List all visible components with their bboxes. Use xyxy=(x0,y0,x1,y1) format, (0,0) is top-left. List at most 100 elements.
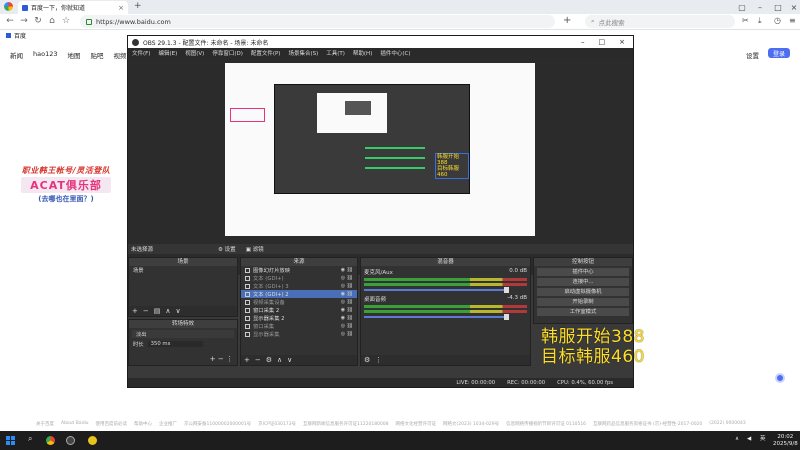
profile-icon[interactable] xyxy=(4,2,13,11)
menu-view[interactable]: 视图(V) xyxy=(185,49,204,57)
new-tab-button[interactable]: + xyxy=(134,1,142,11)
cut-icon[interactable]: ✂ xyxy=(742,16,749,25)
minimize-icon[interactable]: – xyxy=(752,0,768,14)
reload-icon[interactable]: ↻ xyxy=(32,16,44,26)
bookmark-item[interactable]: 百度 xyxy=(14,31,26,40)
add-icon[interactable]: + xyxy=(563,15,571,26)
app-taskbar-icon[interactable] xyxy=(88,436,97,445)
menu-profile[interactable]: 配置文件(P) xyxy=(251,49,281,57)
footer-link[interactable]: 京公网安备11000002000001号 xyxy=(184,421,251,427)
source-item[interactable]: 窗口采集 2 ◉ ⛓ xyxy=(241,306,357,314)
tab-properties[interactable]: ⚙ 设置 xyxy=(218,245,236,253)
close-tab-icon[interactable]: × xyxy=(118,4,124,12)
scene-item[interactable]: 场景 xyxy=(129,266,237,274)
footer-link[interactable]: (2022) 0000043 xyxy=(709,421,745,427)
obs-close-icon[interactable]: × xyxy=(619,38,625,46)
slider-knob[interactable] xyxy=(504,287,510,293)
visibility-eye-icon[interactable]: ◉ ⛓ xyxy=(341,315,353,321)
visibility-eye-icon[interactable]: ◎ ⛓ xyxy=(341,299,353,305)
menu-tools[interactable]: 工具(T) xyxy=(326,49,345,57)
star-icon[interactable]: ☆ xyxy=(60,16,72,26)
remove-transition-icon[interactable]: − xyxy=(218,355,224,363)
visibility-eye-icon[interactable]: ◉ ⛓ xyxy=(341,267,353,273)
ai-assistant-icon[interactable] xyxy=(775,373,785,383)
menu-plugins[interactable]: 插件中心(C) xyxy=(380,49,410,57)
nav-link[interactable]: 贴吧 xyxy=(91,50,104,60)
add-transition-icon[interactable]: + xyxy=(210,355,216,363)
menu-icon[interactable]: ≡ xyxy=(789,16,796,25)
preview-canvas[interactable]: 韩服开始388 目标韩服460 xyxy=(225,63,535,236)
mixer-settings-gear-icon[interactable]: ⚙ xyxy=(364,356,370,364)
close-window-icon[interactable]: × xyxy=(786,0,800,14)
tab-filters[interactable]: ▣ 滤镜 xyxy=(246,245,264,253)
tray-chevron-icon[interactable]: ∧ xyxy=(735,436,739,443)
browser-tab[interactable]: 百度一下，你就知道 × xyxy=(18,1,128,14)
footer-link[interactable]: 网络文(2023) 1034-029号 xyxy=(443,421,499,427)
nav-link[interactable]: 视频 xyxy=(114,50,127,60)
remove-scene-icon[interactable]: − xyxy=(143,307,149,315)
nav-link[interactable]: hao123 xyxy=(33,50,58,60)
search-icon[interactable]: ⌕ xyxy=(28,434,37,443)
add-scene-icon[interactable]: + xyxy=(132,307,138,315)
footer-link[interactable]: 信息网络传播视听节目许可证 0110516 xyxy=(506,421,586,427)
duration-input[interactable]: 350 ms xyxy=(147,341,203,347)
visibility-eye-icon[interactable]: ◉ ⛓ xyxy=(341,307,353,313)
start-virtual-camera-button[interactable]: 启动虚拟摄像机 xyxy=(537,288,629,296)
home-icon[interactable]: ⌂ xyxy=(46,16,58,26)
settings-link[interactable]: 设置 xyxy=(746,50,759,60)
maximize-icon[interactable]: □ xyxy=(770,0,786,14)
source-settings-gear-icon[interactable]: ⚙ xyxy=(266,356,272,364)
source-item[interactable]: 文本 (GDI+) 3 ◎ ⛓ xyxy=(241,282,357,290)
mixer-menu-icon[interactable]: ⋮ xyxy=(375,356,382,364)
move-up-icon[interactable]: ∧ xyxy=(165,307,170,315)
chrome-icon[interactable] xyxy=(46,436,55,445)
volume-slider[interactable] xyxy=(364,314,510,320)
add-source-icon[interactable]: + xyxy=(244,356,250,364)
login-button[interactable]: 登录 xyxy=(768,48,790,58)
obs-maximize-icon[interactable]: □ xyxy=(599,38,606,46)
footer-link[interactable]: 关于百度 xyxy=(36,421,54,427)
back-icon[interactable]: ← xyxy=(4,16,16,26)
studio-mode-button[interactable]: 工作室模式 xyxy=(537,308,629,316)
footer-link[interactable]: 京ICP证030173号 xyxy=(258,421,296,427)
menu-docks[interactable]: 停靠窗口(D) xyxy=(212,49,243,57)
download-icon[interactable]: ⤓ xyxy=(758,16,762,26)
transition-menu-icon[interactable]: ⋮ xyxy=(226,355,233,363)
nav-link[interactable]: 地图 xyxy=(68,50,81,60)
clock[interactable]: 20:02 2025/9/8 xyxy=(773,434,798,447)
visibility-eye-icon[interactable]: ◎ ⛓ xyxy=(341,323,353,329)
menu-edit[interactable]: 编辑(E) xyxy=(158,49,177,57)
footer-link[interactable]: 帮助中心 xyxy=(134,421,152,427)
speaker-icon[interactable]: ◀ xyxy=(747,436,751,443)
visibility-eye-icon[interactable]: ◎ ⛓ xyxy=(341,275,353,281)
footer-link[interactable]: About Baidu xyxy=(61,421,89,427)
source-item[interactable]: 文本 (GDI+) ◎ ⛓ xyxy=(241,274,357,282)
visibility-eye-icon[interactable]: ◉ ⛓ xyxy=(341,291,353,297)
remove-source-icon[interactable]: − xyxy=(255,356,261,364)
restore-icon[interactable]: ▢ xyxy=(734,0,750,14)
input-language[interactable]: 英 xyxy=(760,436,766,443)
plugin-center-button[interactable]: 插件中心 xyxy=(537,268,629,276)
start-recording-button[interactable]: 开始录制 xyxy=(537,298,629,306)
footer-link[interactable]: 使用百度前必读 xyxy=(96,421,128,427)
connecting-button[interactable]: 连接中... xyxy=(537,278,629,286)
footer-link[interactable]: 网络文化经营许可证 xyxy=(396,421,437,427)
source-item[interactable]: 显示器采集 ◎ ⛓ xyxy=(241,330,357,338)
transition-select[interactable]: 淡出 xyxy=(132,330,234,338)
volume-slider[interactable] xyxy=(364,287,510,293)
footer-link[interactable]: 互联网药品信息服务资格证书 (京)-经营性-2017-0020 xyxy=(593,421,702,427)
move-down-icon[interactable]: ∨ xyxy=(176,307,181,315)
footer-link[interactable]: 互联网新闻信息服务许可证11220180008 xyxy=(303,421,389,427)
obs-minimize-icon[interactable]: – xyxy=(581,38,585,46)
address-bar[interactable]: https://www.baidu.com xyxy=(80,15,555,28)
search-input[interactable]: ⌕ 点此搜索 xyxy=(585,15,735,28)
history-icon[interactable]: ◷ xyxy=(774,16,781,25)
menu-help[interactable]: 帮助(H) xyxy=(353,49,372,57)
scene-filter-icon[interactable]: ▤ xyxy=(154,307,161,315)
source-item[interactable]: 窗口采集 ◎ ⛓ xyxy=(241,322,357,330)
source-item[interactable]: 图像幻灯片放映 ◉ ⛓ xyxy=(241,266,357,274)
move-down-icon[interactable]: ∨ xyxy=(287,356,292,364)
windows-start-icon[interactable] xyxy=(6,436,15,445)
nav-link[interactable]: 新闻 xyxy=(10,50,23,60)
menu-file[interactable]: 文件(F) xyxy=(132,49,150,57)
